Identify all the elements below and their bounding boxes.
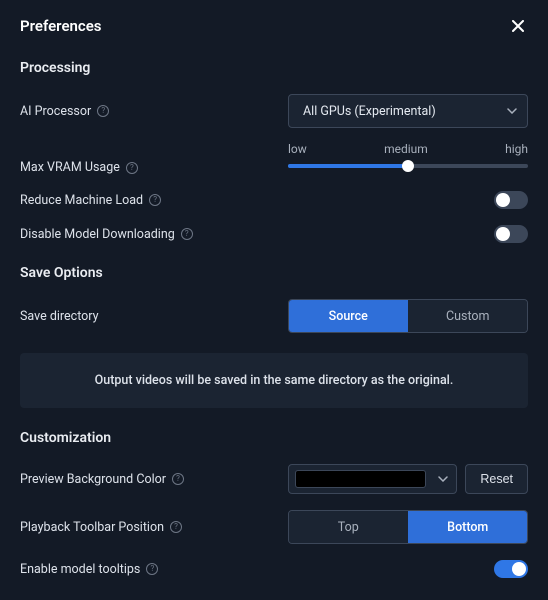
tooltips-row: Enable model tooltips ?: [20, 552, 528, 586]
save-info-panel: Output videos will be saved in the same …: [20, 353, 528, 408]
save-dir-row: Save directory Source Custom: [20, 291, 528, 341]
ai-processor-select[interactable]: All GPUs (Experimental): [288, 94, 528, 128]
save-dir-segmented[interactable]: Source Custom: [288, 299, 528, 333]
ai-processor-label: AI Processor: [20, 104, 91, 119]
close-icon: [512, 20, 524, 32]
bg-color-label: Preview Background Color: [20, 472, 166, 487]
max-vram-row: Max VRAM Usage ? low medium high: [20, 136, 528, 183]
chevron-down-icon: [438, 476, 448, 482]
toolbar-pos-label: Playback Toolbar Position: [20, 520, 164, 535]
toolbar-pos-row: Playback Toolbar Position ? Top Bottom: [20, 502, 528, 552]
toolbar-pos-top[interactable]: Top: [289, 511, 408, 543]
bg-color-row: Preview Background Color ? Reset: [20, 456, 528, 502]
help-icon[interactable]: ?: [149, 194, 161, 206]
tooltips-label: Enable model tooltips: [20, 562, 140, 577]
disable-download-row: Disable Model Downloading ?: [20, 217, 528, 251]
help-icon[interactable]: ?: [172, 473, 184, 485]
slider-mark-medium: medium: [384, 142, 428, 156]
help-icon[interactable]: ?: [146, 563, 158, 575]
help-icon[interactable]: ?: [181, 228, 193, 240]
disable-download-label: Disable Model Downloading: [20, 227, 175, 242]
slider-fill: [288, 164, 408, 168]
save-dir-custom[interactable]: Custom: [408, 300, 528, 332]
slider-track[interactable]: [288, 164, 528, 168]
bg-color-reset[interactable]: Reset: [465, 464, 528, 494]
slider-thumb[interactable]: [402, 160, 414, 172]
help-icon[interactable]: ?: [126, 162, 138, 174]
help-icon[interactable]: ?: [170, 521, 182, 533]
header: Preferences: [0, 0, 548, 46]
save-dir-label: Save directory: [20, 309, 99, 324]
section-processing: Processing: [20, 46, 528, 86]
max-vram-slider[interactable]: low medium high: [288, 142, 528, 168]
color-swatch: [295, 470, 426, 488]
close-button[interactable]: [508, 16, 528, 36]
ai-processor-value: All GPUs (Experimental): [303, 104, 436, 119]
slider-mark-high: high: [505, 142, 528, 156]
chevron-down-icon: [507, 108, 517, 114]
section-customization: Customization: [20, 416, 528, 456]
tooltips-switch[interactable]: [494, 560, 528, 578]
page-title: Preferences: [20, 17, 102, 35]
section-save: Save Options: [20, 251, 528, 291]
toolbar-pos-segmented[interactable]: Top Bottom: [288, 510, 528, 544]
reduce-load-switch[interactable]: [494, 191, 528, 209]
ai-processor-row: AI Processor ? All GPUs (Experimental): [20, 86, 528, 136]
help-icon[interactable]: ?: [97, 105, 109, 117]
slider-mark-low: low: [288, 142, 307, 156]
reduce-load-label: Reduce Machine Load: [20, 193, 143, 208]
disable-download-switch[interactable]: [494, 225, 528, 243]
bg-color-select[interactable]: [288, 464, 457, 494]
save-dir-source[interactable]: Source: [289, 300, 408, 332]
reduce-load-row: Reduce Machine Load ?: [20, 183, 528, 217]
toolbar-pos-bottom[interactable]: Bottom: [408, 511, 528, 543]
max-vram-label: Max VRAM Usage: [20, 160, 120, 175]
